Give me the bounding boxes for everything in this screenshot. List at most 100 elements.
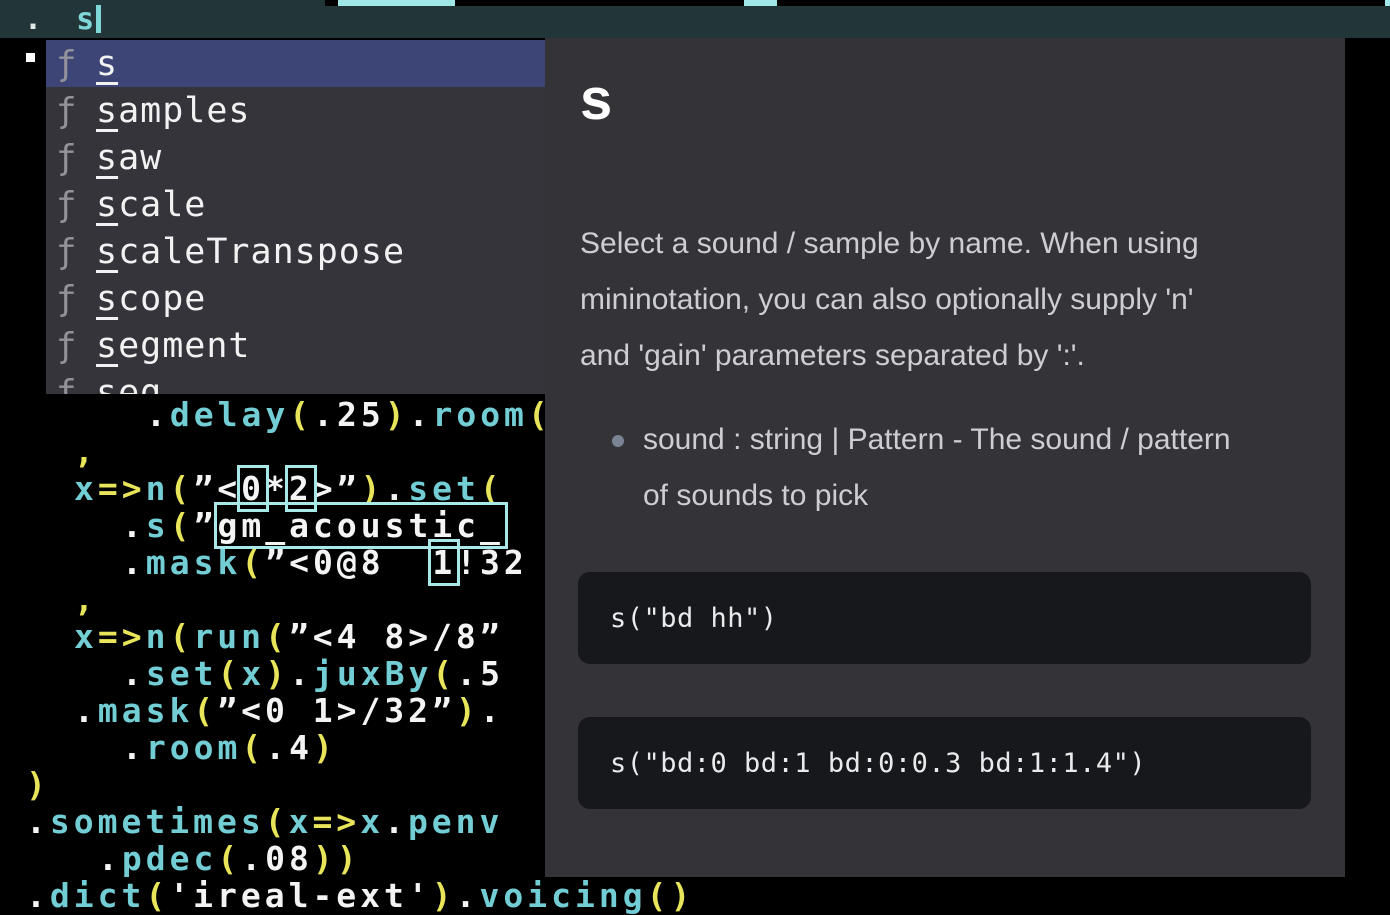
active-event-highlight: 2 — [289, 469, 313, 508]
code-token: mask — [146, 543, 241, 582]
code-token: delay — [170, 395, 289, 434]
code-token: penv — [408, 802, 503, 841]
event-highlight-fragment — [1385, 0, 1390, 6]
code-token: ( — [170, 469, 194, 508]
code-token: . — [480, 691, 504, 730]
autocomplete-label: s — [96, 44, 118, 84]
bullet-dot-icon — [612, 435, 624, 447]
code-token: set — [146, 654, 218, 693]
code-token: pdec — [122, 839, 217, 878]
code-token: => — [98, 469, 146, 508]
code-token: .5 — [456, 654, 504, 693]
code-token: ( — [480, 469, 504, 508]
doc-code-example: s("bd:0 bd:1 bd:0:0.3 bd:1:1.4") — [578, 717, 1311, 809]
code-token: * — [265, 469, 289, 508]
active-event-highlight: 0 — [241, 469, 265, 508]
function-icon: ƒ — [56, 373, 96, 395]
typed-prefix: . — [24, 2, 76, 37]
doc-description-line: mininotation, you can also optionally su… — [580, 272, 1199, 328]
code-token: s — [146, 506, 170, 545]
autocomplete-item-scaleTranspose[interactable]: ƒscaleTranspose — [46, 228, 545, 275]
code-token: , — [74, 580, 98, 619]
code-token: ( — [432, 654, 456, 693]
autocomplete-item-samples[interactable]: ƒsamples — [46, 87, 545, 134]
event-highlight-fragment — [744, 0, 777, 6]
doc-description-line: and 'gain' parameters separated by ':'. — [580, 328, 1199, 384]
code-token: . — [122, 654, 146, 693]
function-icon: ƒ — [56, 279, 96, 319]
autocomplete-item-scale[interactable]: ƒscale — [46, 181, 545, 228]
code-token: ( — [241, 543, 265, 582]
code-token: juxBy — [313, 654, 432, 693]
doc-param-line: of sounds to pick — [643, 468, 1231, 524]
autocomplete-item-s[interactable]: ƒs — [46, 40, 545, 87]
code-token: ( — [289, 395, 313, 434]
code-token: ) — [361, 469, 385, 508]
doc-code-text: s("bd:0 bd:1 bd:0:0.3 bd:1:1.4") — [578, 748, 1146, 779]
code-token: ( — [145, 876, 169, 915]
code-token: ( — [170, 506, 194, 545]
code-token: sometimes — [50, 802, 265, 841]
autocomplete-label: samples — [96, 91, 251, 131]
code-token: ” — [194, 506, 218, 545]
code-token: ( — [170, 617, 194, 656]
code-token: x — [241, 654, 265, 693]
doc-code-example: s("bd hh") — [578, 572, 1311, 664]
code-token: ”<0 1>/32” — [217, 691, 456, 730]
code-token: ( — [217, 839, 241, 878]
code-token: x — [74, 617, 98, 656]
code-token: ) — [26, 765, 50, 804]
doc-panel: s Select a sound / sample by name. When … — [545, 38, 1345, 877]
code-token: >” — [313, 469, 361, 508]
code-token: .25 — [313, 395, 385, 434]
doc-code-text: s("bd hh") — [578, 603, 778, 634]
autocomplete-label: seg — [96, 373, 162, 395]
code-token: mask — [98, 691, 193, 730]
text-cursor — [96, 5, 101, 33]
code-token: ”<4 8>/8” — [289, 617, 504, 656]
autocomplete-item-segment[interactable]: ƒsegment — [46, 322, 545, 369]
code-token: x — [360, 802, 384, 841]
active-event-highlight: 1 — [432, 543, 456, 582]
code-token: run — [193, 617, 265, 656]
code-token: ) — [456, 691, 480, 730]
autocomplete-label: scale — [96, 185, 206, 225]
code-token: ”< — [193, 469, 241, 508]
code-token: ) — [265, 654, 289, 693]
code-line: .dict('ireal-ext').voicing() — [26, 877, 1390, 914]
autocomplete-item-seg[interactable]: ƒseg — [46, 369, 545, 394]
active-line-text: . s — [24, 2, 101, 37]
code-token: . — [409, 395, 433, 434]
code-token: . — [26, 876, 50, 915]
function-icon: ƒ — [56, 232, 96, 272]
code-token: ( — [241, 728, 265, 767]
code-token: !32 — [456, 543, 528, 582]
code-token: . — [146, 395, 170, 434]
code-token: ( — [265, 802, 289, 841]
code-token: n — [146, 617, 170, 656]
code-token: ) — [313, 728, 337, 767]
doc-param-list: sound : string | Pattern - The sound / p… — [643, 412, 1231, 524]
code-token: . — [122, 506, 146, 545]
clipped-code-row — [325, 0, 1390, 6]
code-token: . — [98, 839, 122, 878]
code-token: .4 — [265, 728, 313, 767]
function-icon: ƒ — [56, 138, 96, 178]
autocomplete-item-saw[interactable]: ƒsaw — [46, 134, 545, 181]
doc-title: s — [580, 66, 612, 133]
autocomplete-label: segment — [96, 326, 251, 366]
autocomplete-label: scope — [96, 279, 206, 319]
code-token: => — [98, 617, 146, 656]
code-token: x — [74, 469, 98, 508]
event-highlight-fragment — [338, 0, 455, 6]
code-token: . — [122, 543, 146, 582]
code-token: ) — [432, 876, 456, 915]
code-token: . — [456, 876, 480, 915]
autocomplete-item-scope[interactable]: ƒscope — [46, 275, 545, 322]
code-dot-glyph — [26, 53, 35, 62]
code-token: room — [146, 728, 241, 767]
doc-description-line: Select a sound / sample by name. When us… — [580, 216, 1199, 272]
code-token: ) — [385, 395, 409, 434]
active-event-highlight: gm_acoustic_ — [218, 506, 504, 545]
function-icon: ƒ — [56, 185, 96, 225]
